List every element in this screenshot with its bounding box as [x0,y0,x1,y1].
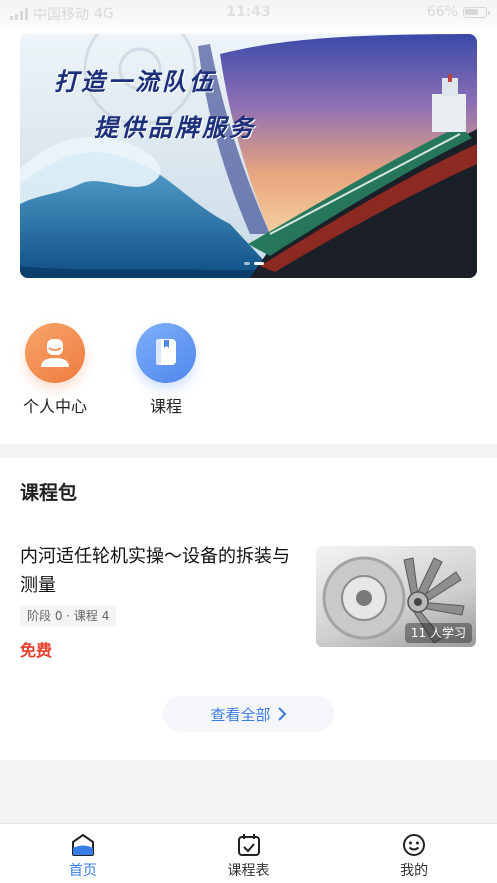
course-thumbnail: 11 人学习 [316,546,476,647]
tab-mine-label: 我的 [400,863,429,879]
book-icon [136,323,196,383]
section-title: 课程包 [20,482,78,504]
home-top-section: 打造一流队伍 提供品牌服务 个人中心 课程 [0,26,497,444]
home-icon [71,834,94,856]
carousel-indicator [244,262,264,265]
chevron-right-icon [277,707,286,721]
course-title: 内河适任轮机实操～设备的拆装与测量 [20,546,290,596]
view-all-label: 查看全部 [210,705,271,724]
smiley-icon [403,834,426,856]
status-right: 66% [426,4,490,20]
view-all-button[interactable]: 查看全部 [163,696,334,732]
bottom-tab-bar: 首页 课程表 我的 [0,823,497,883]
battery-icon [463,6,490,18]
course-price: 免费 [20,641,53,660]
entry-personal-center[interactable]: 个人中心 [10,323,100,417]
banner-slogan-line1: 打造一流队伍 [54,67,216,96]
learner-count-badge: 11 人学习 [404,623,472,643]
tab-schedule[interactable]: 课程表 [166,824,332,883]
clock: 11:43 [226,4,271,20]
course-package-section: 课程包 内河适任轮机实操～设备的拆装与测量 阶段 0 · 课程 4 免费 11 … [0,458,497,760]
user-icon [25,323,85,383]
battery-percent: 66% [426,4,458,20]
tab-home[interactable]: 首页 [0,824,166,883]
banner-carousel[interactable]: 打造一流队伍 提供品牌服务 [20,34,477,278]
status-bar: 中国移动 4G 11:43 66% [0,0,497,26]
course-meta: 阶段 0 · 课程 4 [20,605,117,627]
calendar-check-icon [237,834,260,856]
tab-mine[interactable]: 我的 [331,824,497,883]
entry-personal-center-label: 个人中心 [22,397,87,416]
banner-slogan-line2: 提供品牌服务 [94,113,256,142]
carousel-dot-active [254,262,264,265]
carousel-dot [244,262,250,265]
tab-home-label: 首页 [68,863,97,879]
entry-courses[interactable]: 课程 [121,323,211,417]
tab-schedule-label: 课程表 [227,863,270,879]
entry-courses-label: 课程 [149,397,182,416]
